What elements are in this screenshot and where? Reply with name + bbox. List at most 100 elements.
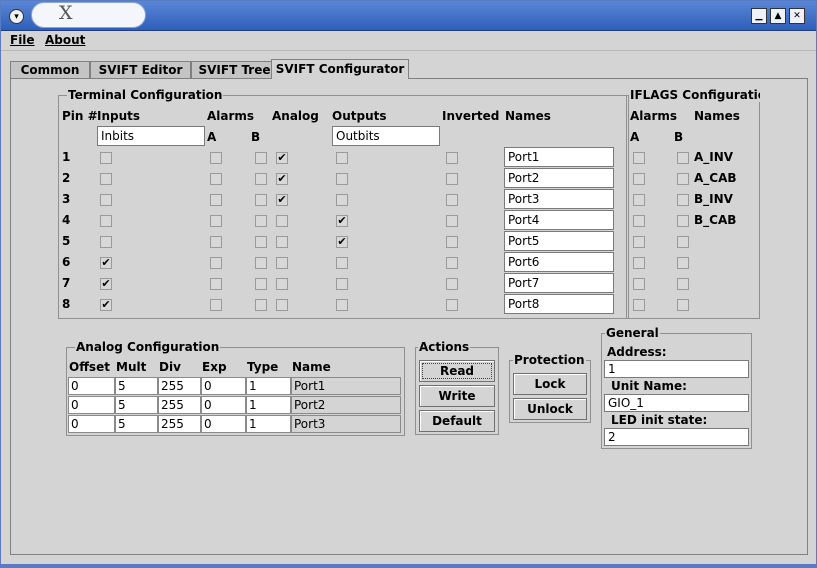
iflag-a-checkbox[interactable] [633, 299, 645, 311]
input-checkbox[interactable] [100, 173, 112, 185]
input-checkbox[interactable] [100, 152, 112, 164]
close-icon[interactable]: ✕ [789, 8, 805, 24]
analog-checkbox[interactable] [276, 236, 288, 248]
alarm-a-checkbox[interactable] [210, 236, 222, 248]
analog-checkbox[interactable]: ✔ [276, 194, 288, 206]
analog-mult-cell[interactable]: 5 [115, 415, 158, 433]
iflag-a-checkbox[interactable] [633, 278, 645, 290]
tab-common[interactable]: Common [10, 61, 90, 79]
analog-exp-cell[interactable]: 0 [201, 415, 246, 433]
port-name-field[interactable]: Port7 [504, 273, 614, 293]
analog-offset-cell[interactable]: 0 [68, 415, 115, 433]
analog-div-cell[interactable]: 255 [158, 377, 201, 395]
iflag-b-checkbox[interactable] [677, 236, 689, 248]
iflag-b-checkbox[interactable] [677, 299, 689, 311]
analog-exp-cell[interactable]: 0 [201, 377, 246, 395]
port-name-field[interactable]: Port1 [504, 147, 614, 167]
inverted-checkbox[interactable] [446, 278, 458, 290]
output-checkbox[interactable] [336, 278, 348, 290]
menu-about[interactable]: About [45, 33, 85, 47]
input-checkbox[interactable] [100, 215, 112, 227]
analog-mult-cell[interactable]: 5 [115, 396, 158, 414]
analog-checkbox[interactable] [276, 299, 288, 311]
inverted-checkbox[interactable] [446, 236, 458, 248]
iflag-a-checkbox[interactable] [633, 194, 645, 206]
analog-type-cell[interactable]: 1 [246, 377, 291, 395]
inverted-checkbox[interactable] [446, 257, 458, 269]
alarm-b-checkbox[interactable] [255, 236, 267, 248]
maximize-icon[interactable]: ▲ [770, 8, 786, 24]
inverted-checkbox[interactable] [446, 152, 458, 164]
output-checkbox[interactable] [336, 194, 348, 206]
inverted-checkbox[interactable] [446, 173, 458, 185]
inverted-checkbox[interactable] [446, 194, 458, 206]
iflag-a-checkbox[interactable] [633, 215, 645, 227]
iflag-a-checkbox[interactable] [633, 152, 645, 164]
analog-type-cell[interactable]: 1 [246, 415, 291, 433]
port-name-field[interactable]: Port6 [504, 252, 614, 272]
window-menu-icon[interactable]: ▾ [9, 9, 24, 24]
port-name-field[interactable]: Port3 [504, 189, 614, 209]
minimize-icon[interactable]: ▁ [751, 8, 767, 24]
tab-svift-configurator[interactable]: SVIFT Configurator [271, 59, 409, 79]
input-checkbox[interactable] [100, 194, 112, 206]
input-checkbox[interactable] [100, 236, 112, 248]
iflag-a-checkbox[interactable] [633, 236, 645, 248]
port-name-field[interactable]: Port5 [504, 231, 614, 251]
port-name-field[interactable]: Port8 [504, 294, 614, 314]
inputs-field[interactable]: Inbits [97, 126, 205, 146]
alarm-a-checkbox[interactable] [210, 152, 222, 164]
unlock-button[interactable]: Unlock [513, 398, 587, 420]
alarm-a-checkbox[interactable] [210, 173, 222, 185]
lock-button[interactable]: Lock [513, 373, 587, 395]
port-name-field[interactable]: Port4 [504, 210, 614, 230]
analog-checkbox[interactable] [276, 278, 288, 290]
inverted-checkbox[interactable] [446, 215, 458, 227]
tab-svift-editor[interactable]: SVIFT Editor [90, 61, 191, 79]
analog-exp-cell[interactable]: 0 [201, 396, 246, 414]
iflag-b-checkbox[interactable] [677, 278, 689, 290]
alarm-a-checkbox[interactable] [210, 257, 222, 269]
analog-checkbox[interactable]: ✔ [276, 173, 288, 185]
led-init-state-field[interactable]: 2 [604, 428, 749, 446]
analog-mult-cell[interactable]: 5 [115, 377, 158, 395]
iflag-b-checkbox[interactable] [677, 152, 689, 164]
analog-div-cell[interactable]: 255 [158, 415, 201, 433]
iflag-b-checkbox[interactable] [677, 194, 689, 206]
alarm-b-checkbox[interactable] [255, 299, 267, 311]
alarm-b-checkbox[interactable] [255, 215, 267, 227]
analog-type-cell[interactable]: 1 [246, 396, 291, 414]
iflag-b-checkbox[interactable] [677, 257, 689, 269]
alarm-b-checkbox[interactable] [255, 278, 267, 290]
input-checkbox[interactable]: ✔ [100, 278, 112, 290]
alarm-a-checkbox[interactable] [210, 194, 222, 206]
alarm-b-checkbox[interactable] [255, 194, 267, 206]
output-checkbox[interactable]: ✔ [336, 215, 348, 227]
output-checkbox[interactable] [336, 299, 348, 311]
analog-checkbox[interactable] [276, 257, 288, 269]
outputs-field[interactable]: Outbits [332, 126, 440, 146]
analog-checkbox[interactable] [276, 215, 288, 227]
output-checkbox[interactable] [336, 173, 348, 185]
output-checkbox[interactable] [336, 257, 348, 269]
write-button[interactable]: Write [419, 385, 495, 407]
analog-offset-cell[interactable]: 0 [68, 377, 115, 395]
iflag-b-checkbox[interactable] [677, 173, 689, 185]
alarm-b-checkbox[interactable] [255, 257, 267, 269]
output-checkbox[interactable] [336, 152, 348, 164]
input-checkbox[interactable]: ✔ [100, 299, 112, 311]
alarm-b-checkbox[interactable] [255, 173, 267, 185]
analog-checkbox[interactable]: ✔ [276, 152, 288, 164]
address-field[interactable]: 1 [604, 360, 749, 378]
input-checkbox[interactable]: ✔ [100, 257, 112, 269]
alarm-a-checkbox[interactable] [210, 299, 222, 311]
alarm-b-checkbox[interactable] [255, 152, 267, 164]
unit-name-field[interactable]: GIO_1 [604, 394, 749, 412]
analog-offset-cell[interactable]: 0 [68, 396, 115, 414]
tab-svift-tree[interactable]: SVIFT Tree [191, 61, 278, 79]
iflag-a-checkbox[interactable] [633, 257, 645, 269]
port-name-field[interactable]: Port2 [504, 168, 614, 188]
iflag-b-checkbox[interactable] [677, 215, 689, 227]
menu-file[interactable]: File [10, 33, 35, 47]
analog-div-cell[interactable]: 255 [158, 396, 201, 414]
